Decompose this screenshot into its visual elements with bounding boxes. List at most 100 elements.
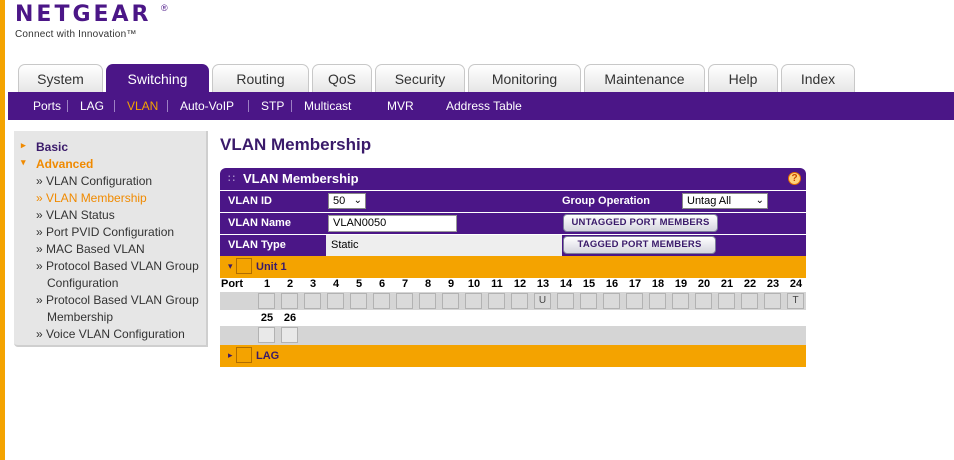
unit-1-bar[interactable]: ▾ Unit 1 bbox=[220, 256, 806, 278]
port-number: 10 bbox=[467, 278, 481, 290]
port-membership-cell[interactable] bbox=[465, 293, 482, 309]
sidebar-section-advanced[interactable]: ▾ Advanced bbox=[21, 157, 93, 171]
sidebar-item-protocol-vlan-group-configuration-cont[interactable]: Configuration bbox=[47, 275, 217, 292]
subnav-lag[interactable]: LAG bbox=[80, 92, 104, 120]
tab-security[interactable]: Security bbox=[375, 64, 465, 92]
row-vlan-name: VLAN Name VLAN0050 UNTAGGED PORT MEMBERS bbox=[220, 212, 806, 234]
untagged-port-members-button[interactable]: UNTAGGED PORT MEMBERS bbox=[563, 214, 718, 232]
unit-1-label: Unit 1 bbox=[256, 261, 287, 273]
sidebar-item-mac-based-vlan[interactable]: » MAC Based VLAN bbox=[36, 241, 206, 258]
vlan-type-value: Static bbox=[326, 235, 562, 256]
sidebar-item-vlan-status[interactable]: » VLAN Status bbox=[36, 207, 206, 224]
sidebar-item-vlan-membership[interactable]: » VLAN Membership bbox=[36, 190, 206, 207]
port-number: 1 bbox=[263, 278, 271, 290]
subnav-address-table[interactable]: Address Table bbox=[446, 92, 522, 120]
chevron-down-icon: ⌄ bbox=[353, 195, 362, 206]
port-membership-cell[interactable]: U bbox=[534, 293, 551, 309]
port-number: 11 bbox=[491, 278, 503, 290]
port-number: 22 bbox=[743, 278, 757, 290]
sidebar-item-protocol-vlan-group-membership-cont[interactable]: Membership bbox=[47, 309, 217, 326]
port-number: 4 bbox=[332, 278, 340, 290]
port-membership-cell[interactable] bbox=[442, 293, 459, 309]
port-number: 2 bbox=[286, 278, 294, 290]
vlan-id-value: 50 bbox=[333, 195, 346, 207]
group-operation-select[interactable]: Untag All ⌄ bbox=[682, 193, 768, 209]
subnav-vlan[interactable]: VLAN bbox=[127, 92, 158, 120]
subnav-mvr[interactable]: MVR bbox=[387, 92, 414, 120]
port-membership-cell[interactable] bbox=[695, 293, 712, 309]
vlan-id-select[interactable]: 50 ⌄ bbox=[328, 193, 366, 209]
subnav-separator bbox=[167, 100, 168, 112]
tab-help[interactable]: Help bbox=[708, 64, 778, 92]
tab-qos[interactable]: QoS bbox=[312, 64, 372, 92]
port-membership-cell[interactable] bbox=[764, 293, 781, 309]
vlan-type-label: VLAN Type bbox=[228, 239, 286, 251]
subnav-separator bbox=[248, 100, 249, 112]
lag-checkbox[interactable] bbox=[236, 347, 252, 363]
vlan-name-input[interactable]: VLAN0050 bbox=[328, 215, 457, 232]
sidebar-item-protocol-vlan-group-configuration[interactable]: » Protocol Based VLAN Group bbox=[36, 258, 206, 275]
tagged-port-members-button[interactable]: TAGGED PORT MEMBERS bbox=[563, 236, 716, 254]
sidebar-item-vlan-configuration[interactable]: » VLAN Configuration bbox=[36, 173, 206, 190]
subnav-separator bbox=[291, 100, 292, 112]
port-number: 16 bbox=[605, 278, 619, 290]
panel-title: VLAN Membership bbox=[243, 171, 359, 186]
chevron-down-icon: ▾ bbox=[21, 157, 26, 167]
subnav-multicast[interactable]: Multicast bbox=[304, 92, 351, 120]
expand-down-icon: ▾ bbox=[228, 261, 233, 271]
port-number: 24 bbox=[789, 278, 803, 290]
port-membership-cell[interactable] bbox=[350, 293, 367, 309]
vlan-name-label: VLAN Name bbox=[228, 217, 291, 229]
port-number: 12 bbox=[513, 278, 527, 290]
help-icon[interactable]: ? bbox=[788, 172, 801, 185]
subnav-ports[interactable]: Ports bbox=[33, 92, 61, 120]
port-membership-cell[interactable] bbox=[511, 293, 528, 309]
port-membership-cell[interactable] bbox=[557, 293, 574, 309]
port-membership-cell[interactable] bbox=[281, 293, 298, 309]
port-number: 17 bbox=[628, 278, 642, 290]
subnav-stp[interactable]: STP bbox=[261, 92, 284, 120]
tab-maintenance[interactable]: Maintenance bbox=[584, 64, 705, 92]
port-membership-cell[interactable] bbox=[304, 293, 321, 309]
sidebar-section-label: Basic bbox=[36, 140, 69, 154]
unit-1-checkbox[interactable] bbox=[236, 258, 252, 274]
port-membership-cell[interactable] bbox=[626, 293, 643, 309]
subnav-auto-voip[interactable]: Auto-VoIP bbox=[180, 92, 234, 120]
sidebar-item-protocol-vlan-group-membership[interactable]: » Protocol Based VLAN Group bbox=[36, 292, 206, 309]
port-membership-cell[interactable] bbox=[649, 293, 666, 309]
sub-navigation: Ports LAG VLAN Auto-VoIP STP Multicast M… bbox=[8, 92, 954, 120]
sidebar-item-port-pvid-configuration[interactable]: » Port PVID Configuration bbox=[36, 224, 206, 241]
port-membership-cell[interactable] bbox=[741, 293, 758, 309]
port-membership-cell[interactable] bbox=[488, 293, 505, 309]
lag-label: LAG bbox=[256, 350, 280, 362]
tab-switching[interactable]: Switching bbox=[106, 64, 209, 92]
tab-system[interactable]: System bbox=[18, 64, 103, 92]
port-membership-cell[interactable] bbox=[718, 293, 735, 309]
port-membership-cell[interactable]: T bbox=[787, 293, 804, 309]
port-membership-cell[interactable] bbox=[603, 293, 620, 309]
port-membership-cell[interactable] bbox=[580, 293, 597, 309]
subnav-separator bbox=[67, 100, 68, 112]
port-membership-cell[interactable] bbox=[327, 293, 344, 309]
port-membership-cell[interactable] bbox=[281, 327, 298, 343]
port-membership-cell[interactable] bbox=[419, 293, 436, 309]
lag-bar[interactable]: ▸ LAG bbox=[220, 345, 806, 367]
panel-header: ∷ VLAN Membership ? bbox=[220, 168, 806, 190]
port-number: 18 bbox=[651, 278, 665, 290]
port-membership-cell[interactable] bbox=[396, 293, 413, 309]
tab-monitoring[interactable]: Monitoring bbox=[468, 64, 581, 92]
port-membership-cell[interactable] bbox=[672, 293, 689, 309]
tab-routing[interactable]: Routing bbox=[212, 64, 309, 92]
port-number: 9 bbox=[447, 278, 455, 290]
sidebar-section-basic[interactable]: ▸ Basic bbox=[21, 140, 69, 154]
tab-index[interactable]: Index bbox=[781, 64, 855, 92]
sidebar-item-voice-vlan-configuration[interactable]: » Voice VLAN Configuration bbox=[36, 326, 206, 343]
port-number: 3 bbox=[309, 278, 317, 290]
port-membership-cell[interactable] bbox=[258, 293, 275, 309]
port-membership-cell[interactable] bbox=[373, 293, 390, 309]
subnav-separator bbox=[114, 100, 115, 112]
brand-trademark: ® bbox=[161, 3, 168, 13]
port-membership-cell[interactable] bbox=[258, 327, 275, 343]
port-number: 26 bbox=[283, 312, 297, 324]
chevron-down-icon: ⌄ bbox=[755, 195, 764, 206]
